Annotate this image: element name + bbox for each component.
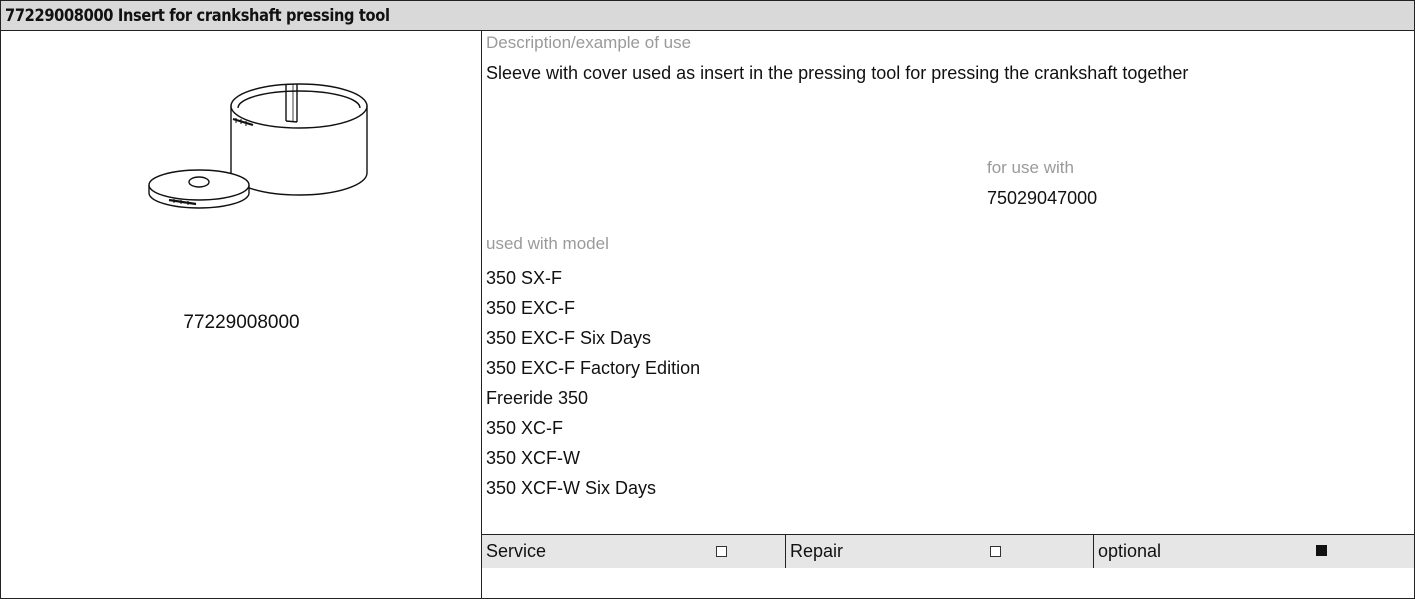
repair-checkbox — [990, 546, 1001, 557]
for-use-with-value: 75029047000 — [987, 188, 1098, 208]
category-row: Service Repair optional — [482, 534, 1414, 568]
description-text: Sleeve with cover used as insert in the … — [486, 63, 1189, 83]
insert-sleeve-and-cover-drawing — [148, 83, 368, 209]
list-item: Freeride 350 — [486, 388, 589, 408]
optional-checkbox — [1316, 545, 1327, 556]
description-label: Description/example of use — [486, 33, 692, 52]
list-item: 350 EXC-F — [486, 298, 576, 318]
list-item: 350 XC-F — [486, 418, 564, 438]
model-list: 350 SX-F 350 EXC-F 350 EXC-F Six Days 35… — [486, 263, 700, 503]
list-item: 350 SX-F — [486, 268, 563, 288]
category-service-label: Service — [486, 541, 547, 561]
used-with-model-label: used with model — [486, 234, 609, 253]
list-item: 350 EXC-F Six Days — [486, 328, 652, 348]
for-use-with-label: for use with — [987, 158, 1074, 177]
tool-data-sheet: 77229008000 Insert for crankshaft pressi… — [0, 0, 1415, 599]
list-item: 350 XCF-W — [486, 448, 581, 468]
list-item: 350 XCF-W Six Days — [486, 478, 657, 498]
category-repair-label: Repair — [790, 541, 844, 561]
part-number-caption: 77229008000 — [183, 312, 300, 333]
category-optional-label: optional — [1098, 541, 1162, 561]
image-cell: 77229008000 — [1, 31, 482, 598]
category-service: Service — [482, 535, 786, 568]
list-item: 350 EXC-F Factory Edition — [486, 358, 701, 378]
details-cell: Description/example of use Sleeve with c… — [482, 31, 1414, 598]
service-checkbox — [716, 546, 727, 557]
category-optional: optional — [1094, 535, 1414, 568]
sheet-header: 77229008000 Insert for crankshaft pressi… — [1, 1, 1414, 31]
sheet-title: 77229008000 Insert for crankshaft pressi… — [5, 6, 390, 26]
category-repair: Repair — [786, 535, 1094, 568]
